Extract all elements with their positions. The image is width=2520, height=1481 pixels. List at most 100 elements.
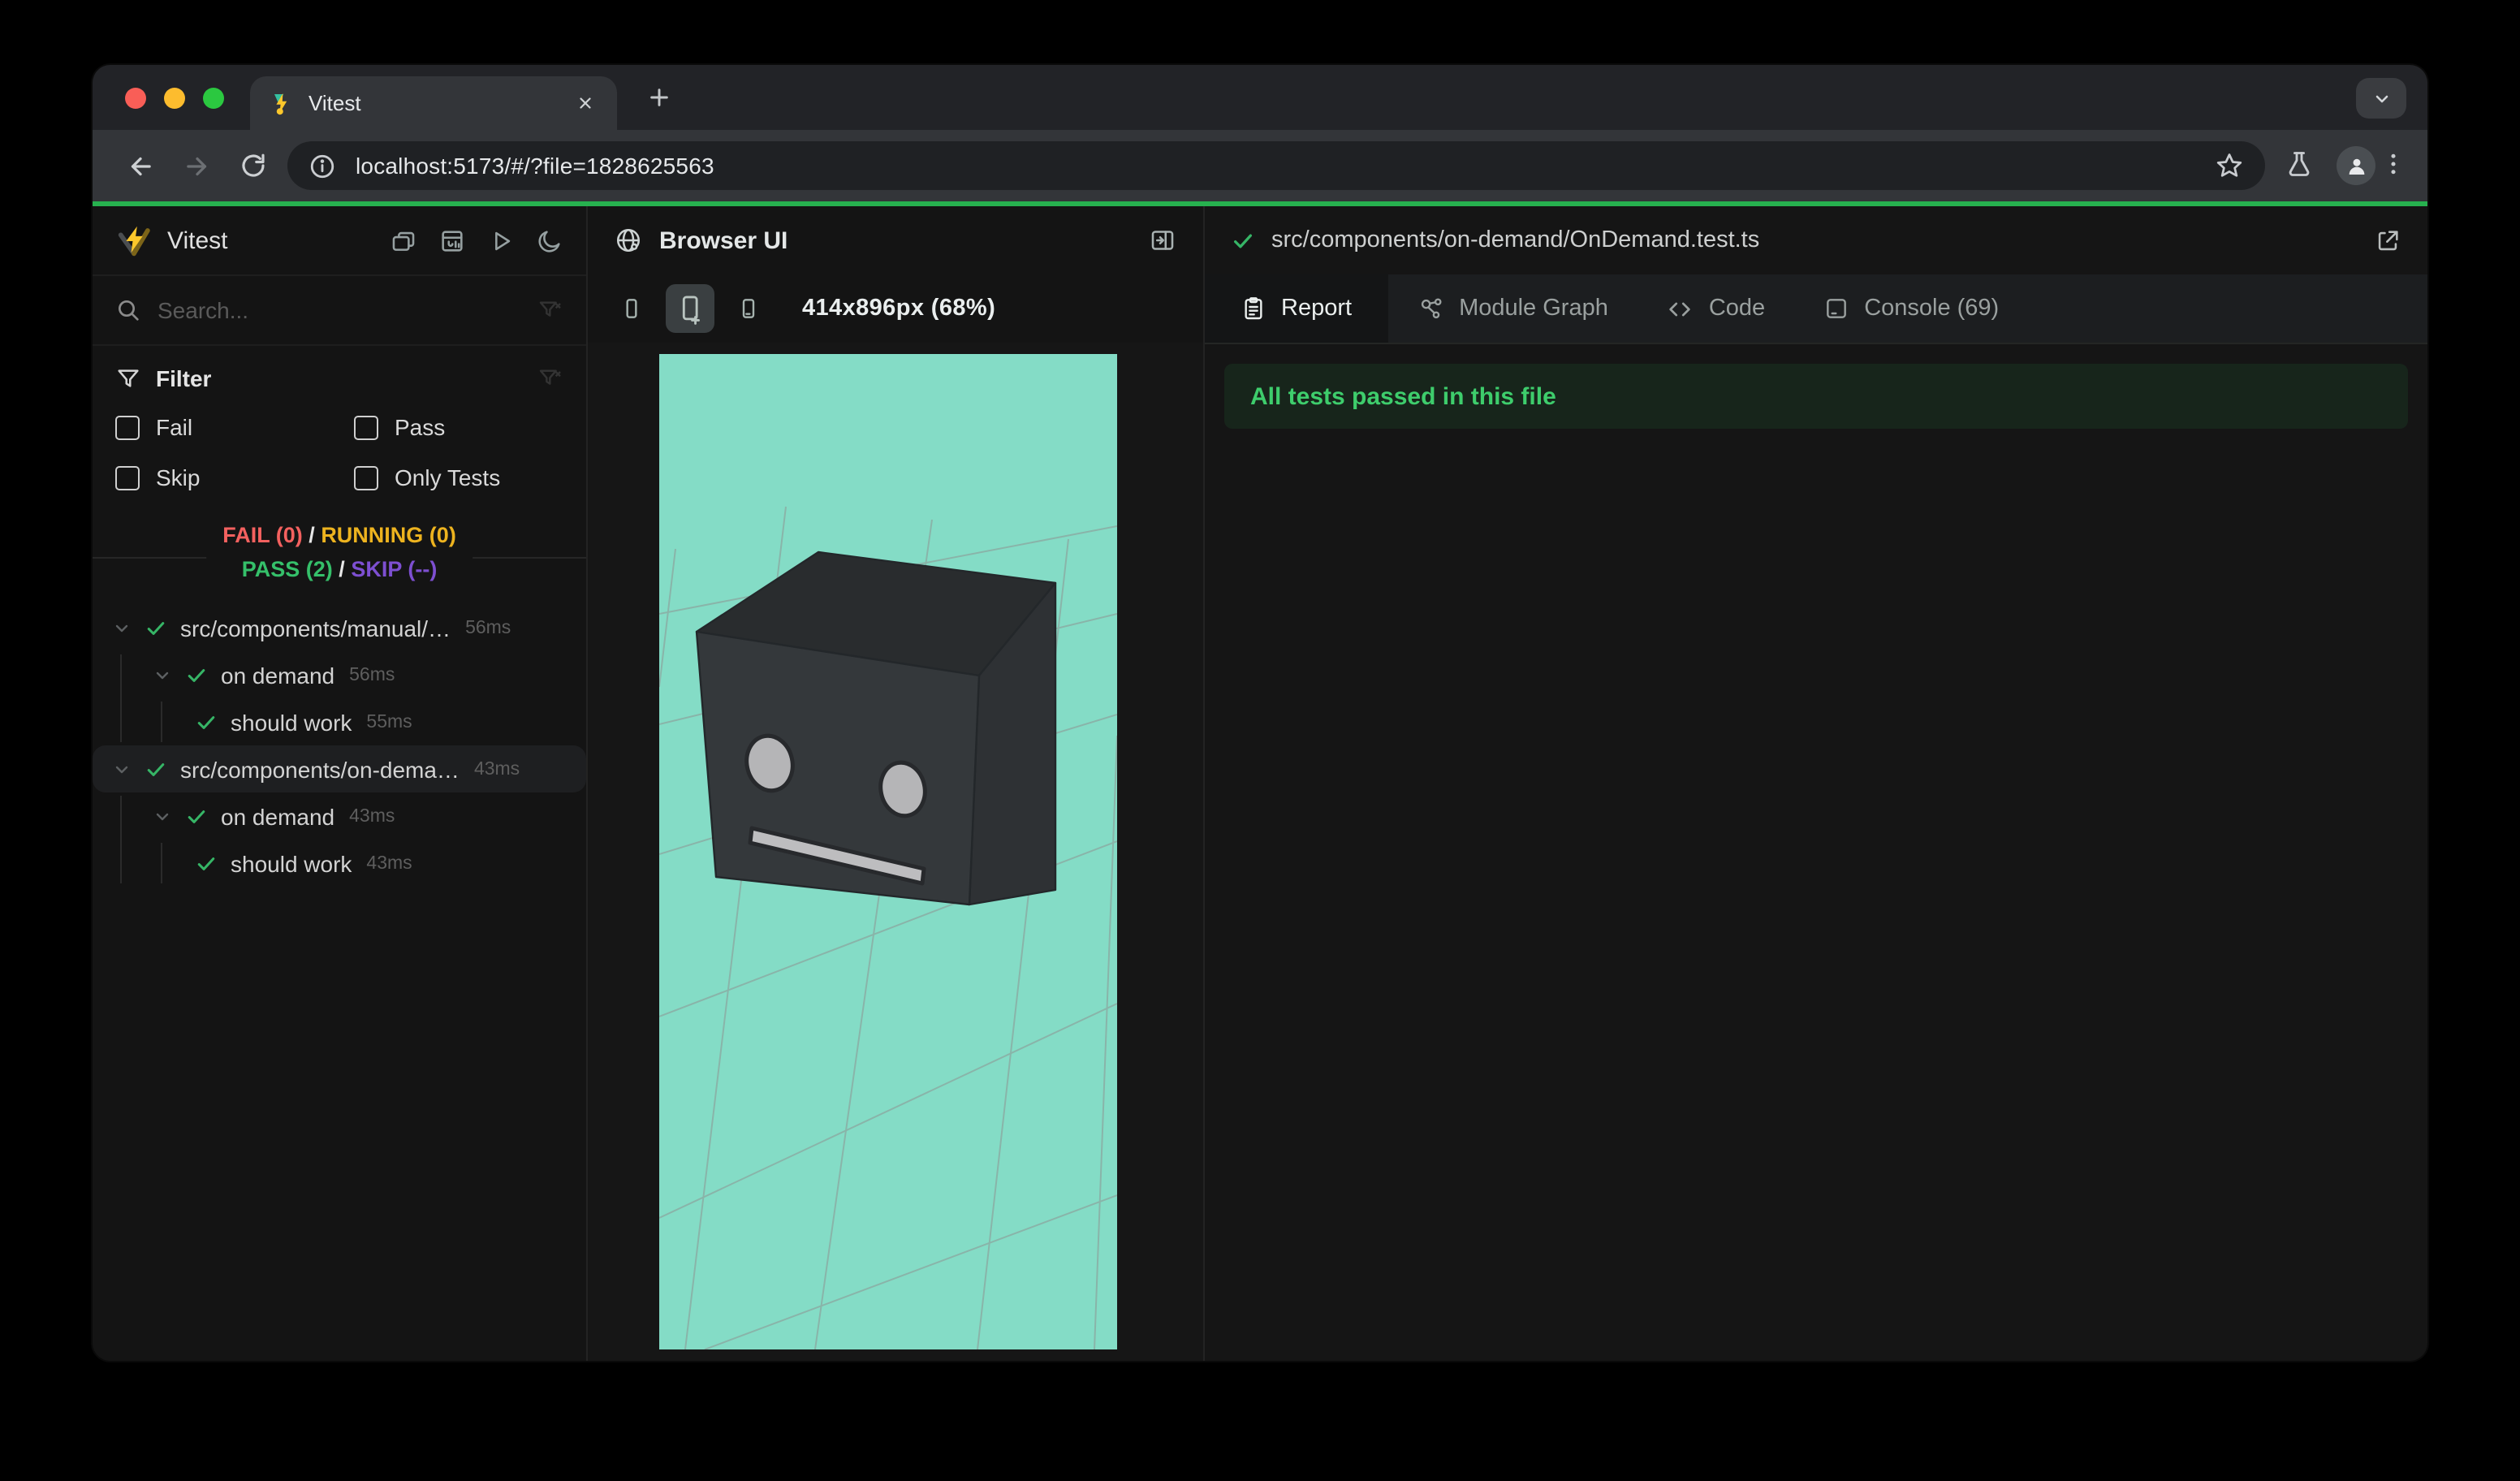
test-suite-row[interactable]: on demand 56ms	[93, 651, 586, 698]
test-label: src/components/on-dema…	[180, 756, 460, 782]
checkbox[interactable]	[115, 415, 140, 439]
close-window-button[interactable]	[125, 88, 146, 109]
test-duration: 43ms	[349, 806, 395, 826]
summary-counts: FAIL (0) / RUNNING (0) PASS (2) / SKIP (…	[206, 518, 472, 586]
check-icon	[185, 805, 208, 827]
tab-code[interactable]: Code	[1638, 274, 1794, 343]
globe-icon	[614, 226, 643, 255]
check-icon	[145, 758, 167, 780]
filter-option-skip[interactable]: Skip	[115, 464, 354, 490]
filter-funnel-icon	[115, 365, 141, 391]
open-external-icon[interactable]	[2374, 227, 2401, 254]
reload-button[interactable]	[239, 151, 268, 180]
code-icon	[1670, 301, 1691, 316]
address-bar[interactable]: localhost:5173/#/?file=1828625563	[287, 141, 2265, 190]
profile-avatar[interactable]	[2337, 146, 2375, 185]
vitest-favicon-icon	[268, 90, 294, 116]
collapse-panels-icon[interactable]	[390, 227, 417, 254]
filter-option-only-tests[interactable]: Only Tests	[354, 464, 563, 490]
browser-ui-header: Browser UI	[588, 206, 1203, 274]
tab-console[interactable]: Console (69)	[1794, 274, 2028, 343]
device-phone-plus-button[interactable]	[666, 284, 714, 333]
test-file-row[interactable]: src/components/manual/… 56ms	[93, 604, 586, 651]
test-file-row-selected[interactable]: src/components/on-dema… 43ms	[93, 745, 586, 792]
test-case-row[interactable]: should work 43ms	[93, 840, 586, 887]
tab-module-graph[interactable]: Module Graph	[1387, 274, 1638, 343]
skip-count: SKIP (--)	[351, 557, 438, 581]
test-summary: FAIL (0) / RUNNING (0) PASS (2) / SKIP (…	[93, 516, 586, 598]
report-header: src/components/on-demand/OnDemand.test.t…	[1205, 206, 2427, 274]
test-duration: 55ms	[366, 712, 412, 732]
clear-filter-icon[interactable]	[537, 297, 563, 323]
test-duration: 56ms	[465, 618, 511, 637]
chevron-down-icon[interactable]	[112, 618, 132, 637]
checkbox[interactable]	[354, 415, 378, 439]
report-content: All tests passed in this file	[1205, 344, 2427, 1361]
app-title: Vitest	[167, 227, 228, 254]
close-tab-icon[interactable]	[570, 89, 599, 118]
checkbox[interactable]	[354, 465, 378, 490]
sidebar: Vitest Search... Filter Fail Pass Skip O…	[93, 206, 588, 1361]
bookmark-star-icon[interactable]	[2215, 151, 2244, 180]
test-label: on demand	[221, 803, 335, 829]
check-icon	[185, 663, 208, 686]
filter-section: Filter Fail Pass Skip Only Tests	[93, 344, 586, 497]
tab-search-button[interactable]	[2356, 78, 2406, 119]
desktop: Vitest localhost:5173/#/?file=1828625563	[0, 0, 2520, 1481]
tab-title: Vitest	[309, 91, 361, 115]
browser-tab[interactable]: Vitest	[250, 76, 617, 130]
filter-option-pass[interactable]: Pass	[354, 414, 563, 440]
report-panel: src/components/on-demand/OnDemand.test.t…	[1205, 206, 2427, 1361]
console-icon	[1827, 299, 1847, 318]
site-info-icon[interactable]	[309, 152, 336, 179]
checkbox-label: Skip	[156, 464, 201, 490]
test-case-row[interactable]: should work 55ms	[93, 698, 586, 745]
vitest-logo-icon	[115, 222, 153, 259]
forward-button[interactable]	[182, 151, 213, 182]
filter-title: Filter	[156, 365, 212, 391]
new-tab-button[interactable]	[646, 84, 672, 110]
test-suite-row[interactable]: on demand 43ms	[93, 792, 586, 840]
url-text[interactable]: localhost:5173/#/?file=1828625563	[356, 153, 714, 179]
sidebar-header: Vitest	[93, 206, 586, 274]
all-tests-passed-banner: All tests passed in this file	[1224, 364, 2408, 429]
checkbox-label: Fail	[156, 414, 193, 440]
search-bar[interactable]: Search...	[93, 274, 586, 344]
checkbox-label: Pass	[395, 414, 446, 440]
check-icon	[195, 710, 218, 733]
chevron-down-icon[interactable]	[112, 759, 132, 779]
separator: /	[309, 523, 315, 547]
browser-menu-icon[interactable]	[2379, 149, 2408, 179]
report-tabs: Report Module Graph Code Console (69)	[1205, 274, 2427, 344]
minimize-window-button[interactable]	[164, 88, 185, 109]
module-graph-icon	[1420, 297, 1441, 318]
device-phone-small-button[interactable]	[607, 284, 656, 333]
filter-option-fail[interactable]: Fail	[115, 414, 354, 440]
preview-area	[588, 343, 1203, 1361]
checkbox-label: Only Tests	[395, 464, 501, 490]
zoom-window-button[interactable]	[203, 88, 224, 109]
vitest-ui: Vitest Search... Filter Fail Pass Skip O…	[93, 206, 2427, 1361]
dock-panel-icon[interactable]	[1148, 226, 1177, 255]
tab-report[interactable]: Report	[1205, 274, 1388, 343]
chevron-down-icon[interactable]	[153, 665, 172, 684]
running-count: RUNNING (0)	[321, 523, 456, 547]
test-label: src/components/manual/…	[180, 615, 451, 641]
dark-mode-moon-icon[interactable]	[536, 227, 563, 254]
sidebar-actions	[390, 227, 563, 254]
test-duration: 43ms	[473, 759, 520, 779]
test-viewport[interactable]	[659, 354, 1117, 1349]
reset-filter-icon[interactable]	[537, 365, 563, 391]
checkbox[interactable]	[115, 465, 140, 490]
run-all-play-icon[interactable]	[487, 227, 515, 254]
dashboard-icon[interactable]	[438, 227, 466, 254]
device-toolbar: 414x896px (68%)	[588, 274, 1203, 343]
experiments-flask-icon[interactable]	[2285, 149, 2314, 179]
back-button[interactable]	[125, 151, 156, 182]
browser-tab-strip: Vitest	[93, 65, 2427, 130]
check-icon	[145, 616, 167, 639]
tab-label: Code	[1708, 296, 1766, 322]
chevron-down-icon[interactable]	[153, 806, 172, 826]
device-phone-minus-button[interactable]	[724, 284, 773, 333]
check-icon	[195, 852, 218, 874]
